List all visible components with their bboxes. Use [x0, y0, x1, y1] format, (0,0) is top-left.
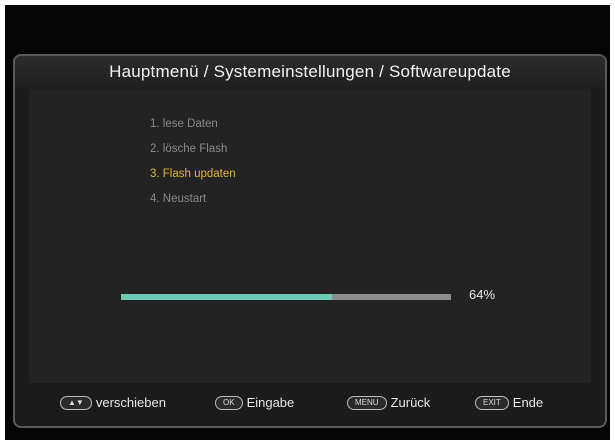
- progress-percent: 64%: [469, 287, 496, 302]
- hint-ok[interactable]: OK Eingabe: [215, 395, 294, 410]
- step-erase-flash: 2. lösche Flash: [150, 143, 228, 155]
- hint-menu[interactable]: MENU Zurück: [347, 395, 430, 410]
- hint-menu-label: Zurück: [390, 395, 431, 410]
- ok-key-icon: OK: [215, 395, 243, 410]
- hint-ok-label: Eingabe: [246, 395, 295, 410]
- hint-exit[interactable]: EXIT Ende: [475, 395, 543, 410]
- update-panel: 1. lese Daten 2. lösche Flash 3. Flash u…: [29, 89, 591, 383]
- progress-bar: [121, 294, 451, 300]
- hint-move-label: verschieben: [95, 395, 166, 410]
- updown-key-icon: ▲▼: [60, 395, 92, 410]
- button-hint-bar: ▲▼ verschieben OK Eingabe MENU Zurück EX…: [15, 389, 605, 419]
- menu-key-icon: MENU: [347, 395, 387, 410]
- page-title: Hauptmenü / Systemeinstellungen / Softwa…: [15, 56, 605, 89]
- hint-exit-label: Ende: [512, 395, 544, 410]
- exit-key-icon: EXIT: [475, 395, 509, 410]
- hint-move[interactable]: ▲▼ verschieben: [60, 395, 166, 410]
- dialog-window: Hauptmenü / Systemeinstellungen / Softwa…: [13, 54, 607, 428]
- tv-screen: Hauptmenü / Systemeinstellungen / Softwa…: [5, 5, 610, 440]
- step-restart: 4. Neustart: [150, 193, 207, 205]
- step-read-data: 1. lese Daten: [150, 118, 218, 130]
- update-steps-list: 1. lese Daten 2. lösche Flash 3. Flash u…: [150, 112, 236, 212]
- progress-bar-fill: [121, 294, 333, 300]
- step-update-flash: 3. Flash updaten: [150, 168, 236, 180]
